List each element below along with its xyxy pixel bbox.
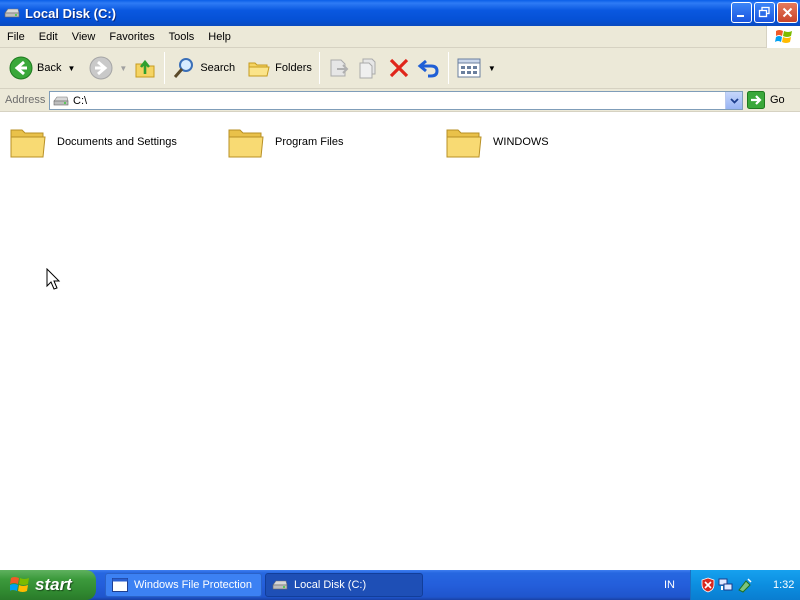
close-button[interactable] (777, 2, 798, 23)
minimize-icon (737, 15, 744, 17)
address-dropdown-button[interactable] (725, 92, 742, 109)
folder-label: Program Files (275, 136, 344, 148)
go-arrow-icon (747, 91, 765, 109)
address-input[interactable]: C:\ (49, 91, 743, 110)
search-button[interactable]: Search (169, 51, 238, 85)
delete-button[interactable] (384, 51, 414, 85)
toolbar-separator (164, 52, 166, 84)
folders-icon (248, 62, 270, 77)
folder-program-files[interactable]: Program Files (227, 124, 343, 160)
drive-icon (272, 580, 288, 590)
taskbar-item-label: Windows File Protection (134, 579, 252, 591)
search-icon (174, 58, 194, 78)
delete-x-icon (389, 58, 408, 78)
folders-label: Folders (275, 62, 312, 74)
minimize-button[interactable] (731, 2, 752, 23)
menu-favorites[interactable]: Favorites (102, 26, 161, 48)
undo-button[interactable] (414, 51, 444, 85)
start-label: start (35, 575, 72, 594)
folder-view[interactable]: Documents and Settings Program Files WIN… (0, 112, 800, 570)
toolbar-separator (318, 52, 320, 84)
copy-to-icon (359, 58, 376, 79)
menu-bar: File Edit View Favorites Tools Help (0, 26, 800, 48)
window-title: Local Disk (C:) (25, 5, 117, 21)
restore-button[interactable] (754, 2, 775, 23)
views-dropdown-icon[interactable]: ▼ (488, 64, 496, 73)
back-button[interactable]: Back ▼ (6, 51, 78, 85)
folder-label: Documents and Settings (57, 136, 177, 148)
taskbar-item-windows-file-protection[interactable]: Windows File Protection (105, 573, 262, 597)
search-label: Search (200, 62, 236, 74)
taskbar-item-label: Local Disk (C:) (294, 579, 367, 591)
restore-icon (758, 6, 770, 18)
menu-tools[interactable]: Tools (162, 26, 202, 48)
go-label: Go (770, 94, 785, 106)
menu-file[interactable]: File (0, 26, 32, 48)
toolbar-separator (447, 52, 449, 84)
language-indicator[interactable]: IN (664, 579, 675, 591)
windows-logo (766, 26, 800, 48)
safely-remove-hardware-icon[interactable] (737, 577, 753, 593)
menu-edit[interactable]: Edit (32, 26, 65, 48)
address-bar: Address C:\ Go (0, 89, 800, 112)
up-folder-button[interactable] (130, 51, 160, 85)
title-bar[interactable]: Local Disk (C:) (0, 0, 800, 26)
up-folder-icon (135, 59, 155, 78)
move-to-button[interactable] (324, 51, 354, 85)
undo-icon (417, 59, 439, 78)
address-label: Address (5, 94, 46, 106)
mouse-pointer-icon (46, 268, 61, 290)
go-button[interactable]: Go (747, 91, 785, 109)
toolbar: Back ▼ ▼ Search Folders ▼ (0, 48, 800, 89)
start-button[interactable]: start (0, 570, 96, 600)
close-icon (782, 7, 793, 18)
address-value: C:\ (73, 94, 88, 107)
forward-arrow-icon (89, 56, 113, 80)
views-button[interactable]: ▼ (453, 51, 499, 85)
folder-icon (10, 129, 46, 158)
move-to-icon (330, 59, 349, 77)
window-app-icon (112, 578, 128, 592)
system-tray: 1:32 (690, 570, 800, 600)
folder-icon (446, 129, 482, 158)
forward-dropdown-icon[interactable]: ▼ (119, 64, 127, 73)
folder-icon (228, 129, 264, 158)
menu-help[interactable]: Help (201, 26, 238, 48)
windows-flag-icon (774, 30, 792, 43)
menu-view[interactable]: View (65, 26, 103, 48)
chevron-down-icon (729, 97, 739, 104)
folder-documents-and-settings[interactable]: Documents and Settings (9, 124, 177, 160)
folders-button[interactable]: Folders (244, 51, 315, 85)
taskbar-item-local-disk[interactable]: Local Disk (C:) (265, 573, 423, 597)
taskbar: start Windows File Protection Local Disk… (0, 570, 800, 600)
folder-windows[interactable]: WINDOWS (445, 124, 549, 160)
back-arrow-icon (9, 56, 33, 80)
forward-button[interactable]: ▼ (86, 51, 130, 85)
security-shield-icon[interactable] (701, 577, 715, 593)
back-dropdown-icon[interactable]: ▼ (67, 64, 75, 73)
windows-flag-icon (10, 577, 29, 592)
drive-icon (53, 96, 69, 105)
clock[interactable]: 1:32 (773, 579, 794, 591)
folder-label: WINDOWS (493, 136, 549, 148)
copy-to-button[interactable] (354, 51, 384, 85)
drive-icon (4, 8, 20, 18)
back-label: Back (37, 62, 62, 74)
network-icon[interactable] (718, 577, 734, 593)
views-icon (457, 58, 481, 78)
